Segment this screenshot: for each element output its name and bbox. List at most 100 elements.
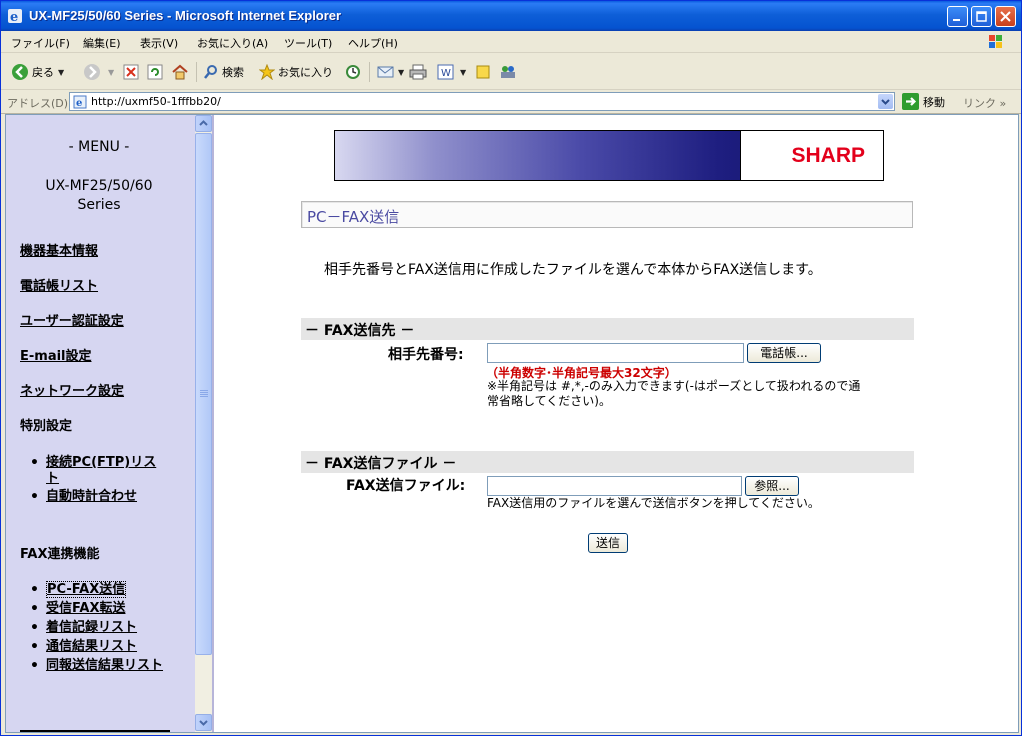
nav-transmission-results-label[interactable]: 通信結果リスト — [46, 639, 137, 654]
main-frame: SHARP PC－FAX送信 相手先番号とFAX送信用に作成したファイルを選んで… — [216, 115, 1018, 732]
note-icon — [476, 65, 490, 79]
printer-icon — [409, 64, 427, 80]
send-button[interactable]: 送信 — [588, 533, 628, 553]
menu-favorites[interactable]: お気に入り(A) — [197, 35, 268, 51]
dest-number-input[interactable] — [487, 343, 744, 363]
chevron-down-icon[interactable]: ▼ — [460, 68, 466, 77]
go-button[interactable]: 移動 — [902, 93, 945, 110]
special-settings-heading: 特別設定 — [20, 419, 73, 434]
nav-phonebook-list[interactable]: 電話帳リスト — [20, 275, 98, 294]
brand-banner: SHARP — [334, 130, 884, 181]
fax-file-input[interactable] — [487, 476, 742, 496]
menu-edit[interactable]: 編集(E) — [83, 35, 121, 51]
stop-button[interactable] — [123, 62, 142, 82]
svg-text:e: e — [76, 98, 82, 109]
search-button[interactable]: 検索 — [203, 62, 244, 82]
minimize-icon — [953, 19, 960, 21]
discuss-button[interactable] — [475, 62, 494, 82]
messenger-icon — [501, 66, 515, 78]
menu-title: - MENU - — [68, 139, 130, 155]
nav-network-settings[interactable]: ネットワーク設定 — [20, 380, 124, 399]
address-url: http://uxmf50-1fffbb20/ — [91, 95, 221, 108]
chevron-down-icon — [881, 99, 890, 105]
nav-email-settings[interactable]: E-mail設定 — [20, 345, 92, 364]
close-button[interactable] — [995, 6, 1016, 27]
scroll-down-button[interactable] — [195, 714, 212, 731]
nav-ftp-pc-list-label[interactable]: 接続PC(FTP)リスト — [46, 455, 156, 486]
history-icon — [346, 65, 360, 79]
back-label: 戻る — [32, 66, 54, 79]
mail-button[interactable]: ▼ — [377, 62, 404, 82]
logo-box: SHARP — [740, 131, 883, 180]
menu-view[interactable]: 表示(V) — [140, 35, 178, 51]
address-label: アドレス(D) — [7, 97, 69, 110]
nav-pc-fax-send[interactable]: PC-FAX送信 — [30, 581, 127, 598]
svg-text:e: e — [10, 10, 18, 24]
nav-received-fax-forward[interactable]: 受信FAX転送 — [30, 601, 126, 617]
scroll-thumb[interactable] — [195, 133, 212, 655]
search-icon — [204, 65, 217, 79]
mail-icon — [377, 66, 394, 78]
nav-broadcast-results-label[interactable]: 同報送信結果リスト — [46, 658, 163, 673]
nav-broadcast-results[interactable]: 同報送信結果リスト — [30, 658, 166, 674]
nav-ftp-pc-list[interactable]: 接続PC(FTP)リスト — [30, 455, 166, 487]
chevron-down-icon[interactable]: ▼ — [398, 68, 404, 77]
nav-incoming-log[interactable]: 着信記録リスト — [30, 620, 137, 636]
menu-file[interactable]: ファイル(F) — [11, 35, 70, 51]
address-input[interactable]: e http://uxmf50-1fffbb20/ — [69, 92, 895, 111]
menu-tools[interactable]: ツール(T) — [284, 35, 332, 51]
back-button[interactable]: 戻る ▼ — [11, 62, 64, 82]
sharp-logo: SHARP — [791, 144, 865, 167]
file-section-header: － FAX送信ファイル － — [301, 451, 914, 473]
nav-device-info[interactable]: 機器基本情報 — [20, 240, 98, 259]
star-icon — [259, 64, 275, 80]
phonebook-button[interactable]: 電話帳... — [747, 343, 821, 363]
chevron-down-icon[interactable]: ▼ — [58, 68, 64, 77]
divider — [20, 730, 170, 732]
page-content: - MENU - UX-MF25/50/60 Series 機器基本情報 電話帳… — [5, 114, 1019, 733]
nav-auto-clock[interactable]: 自動時計合わせ — [30, 489, 137, 505]
chevron-down-icon[interactable]: ▼ — [108, 68, 114, 77]
minimize-button[interactable] — [947, 6, 968, 27]
links-toolbar[interactable]: リンク » — [963, 95, 1006, 111]
favorites-button[interactable]: お気に入り — [259, 62, 333, 82]
chevron-right-icon: » — [999, 97, 1007, 110]
nav-received-fax-forward-label[interactable]: 受信FAX転送 — [46, 601, 125, 616]
fax-features-heading: FAX連携機能 — [20, 547, 100, 562]
model-line-1: UX-MF25/50/60 — [45, 178, 153, 194]
model-name: UX-MF25/50/60 Series — [6, 177, 192, 215]
menu-scrollbar[interactable] — [195, 115, 212, 732]
refresh-button[interactable] — [147, 62, 166, 82]
dest-note-line-1: ※半角記号は #,*,-のみ入力できます(-はポーズとして扱われるので通 — [487, 379, 861, 393]
maximize-button[interactable] — [971, 6, 992, 27]
go-label: 移動 — [923, 95, 945, 109]
intro-text: 相手先番号とFAX送信用に作成したファイルを選んで本体からFAX送信します。 — [324, 262, 822, 278]
history-button[interactable] — [345, 62, 364, 82]
page-icon: e — [73, 95, 87, 109]
links-label: リンク — [963, 97, 996, 110]
nav-auto-clock-label[interactable]: 自動時計合わせ — [46, 489, 137, 504]
dest-section-header: － FAX送信先 － — [301, 318, 914, 340]
dest-number-label: 相手先番号: — [388, 347, 464, 363]
menu-help[interactable]: ヘルプ(H) — [348, 35, 398, 51]
scroll-up-button[interactable] — [195, 115, 212, 132]
stop-icon — [123, 64, 139, 80]
home-button[interactable] — [171, 62, 192, 82]
nav-incoming-log-label[interactable]: 着信記録リスト — [46, 620, 137, 635]
browse-button[interactable]: 参照... — [745, 476, 799, 496]
forward-button[interactable]: ▼ — [83, 62, 114, 82]
ie-icon: e — [8, 9, 22, 24]
print-button[interactable] — [409, 62, 430, 82]
edit-button[interactable]: W ▼ — [437, 62, 466, 82]
nav-pc-fax-send-label[interactable]: PC-FAX送信 — [46, 581, 127, 598]
model-line-2: Series — [77, 197, 121, 213]
address-dropdown-button[interactable] — [878, 94, 893, 109]
nav-transmission-results[interactable]: 通信結果リスト — [30, 639, 137, 655]
nav-user-auth[interactable]: ユーザー認証設定 — [20, 310, 124, 329]
menu-frame: - MENU - UX-MF25/50/60 Series 機器基本情報 電話帳… — [6, 115, 214, 732]
menu-bar: ファイル(F) 編集(E) 表示(V) お気に入り(A) ツール(T) ヘルプ(… — [1, 31, 1021, 53]
toolbar: 戻る ▼ ▼ 検索 お気に入り ▼ W ▼ — [1, 54, 1021, 90]
back-arrow-icon — [12, 64, 28, 80]
messenger-button[interactable] — [499, 62, 520, 82]
search-label: 検索 — [222, 66, 244, 79]
